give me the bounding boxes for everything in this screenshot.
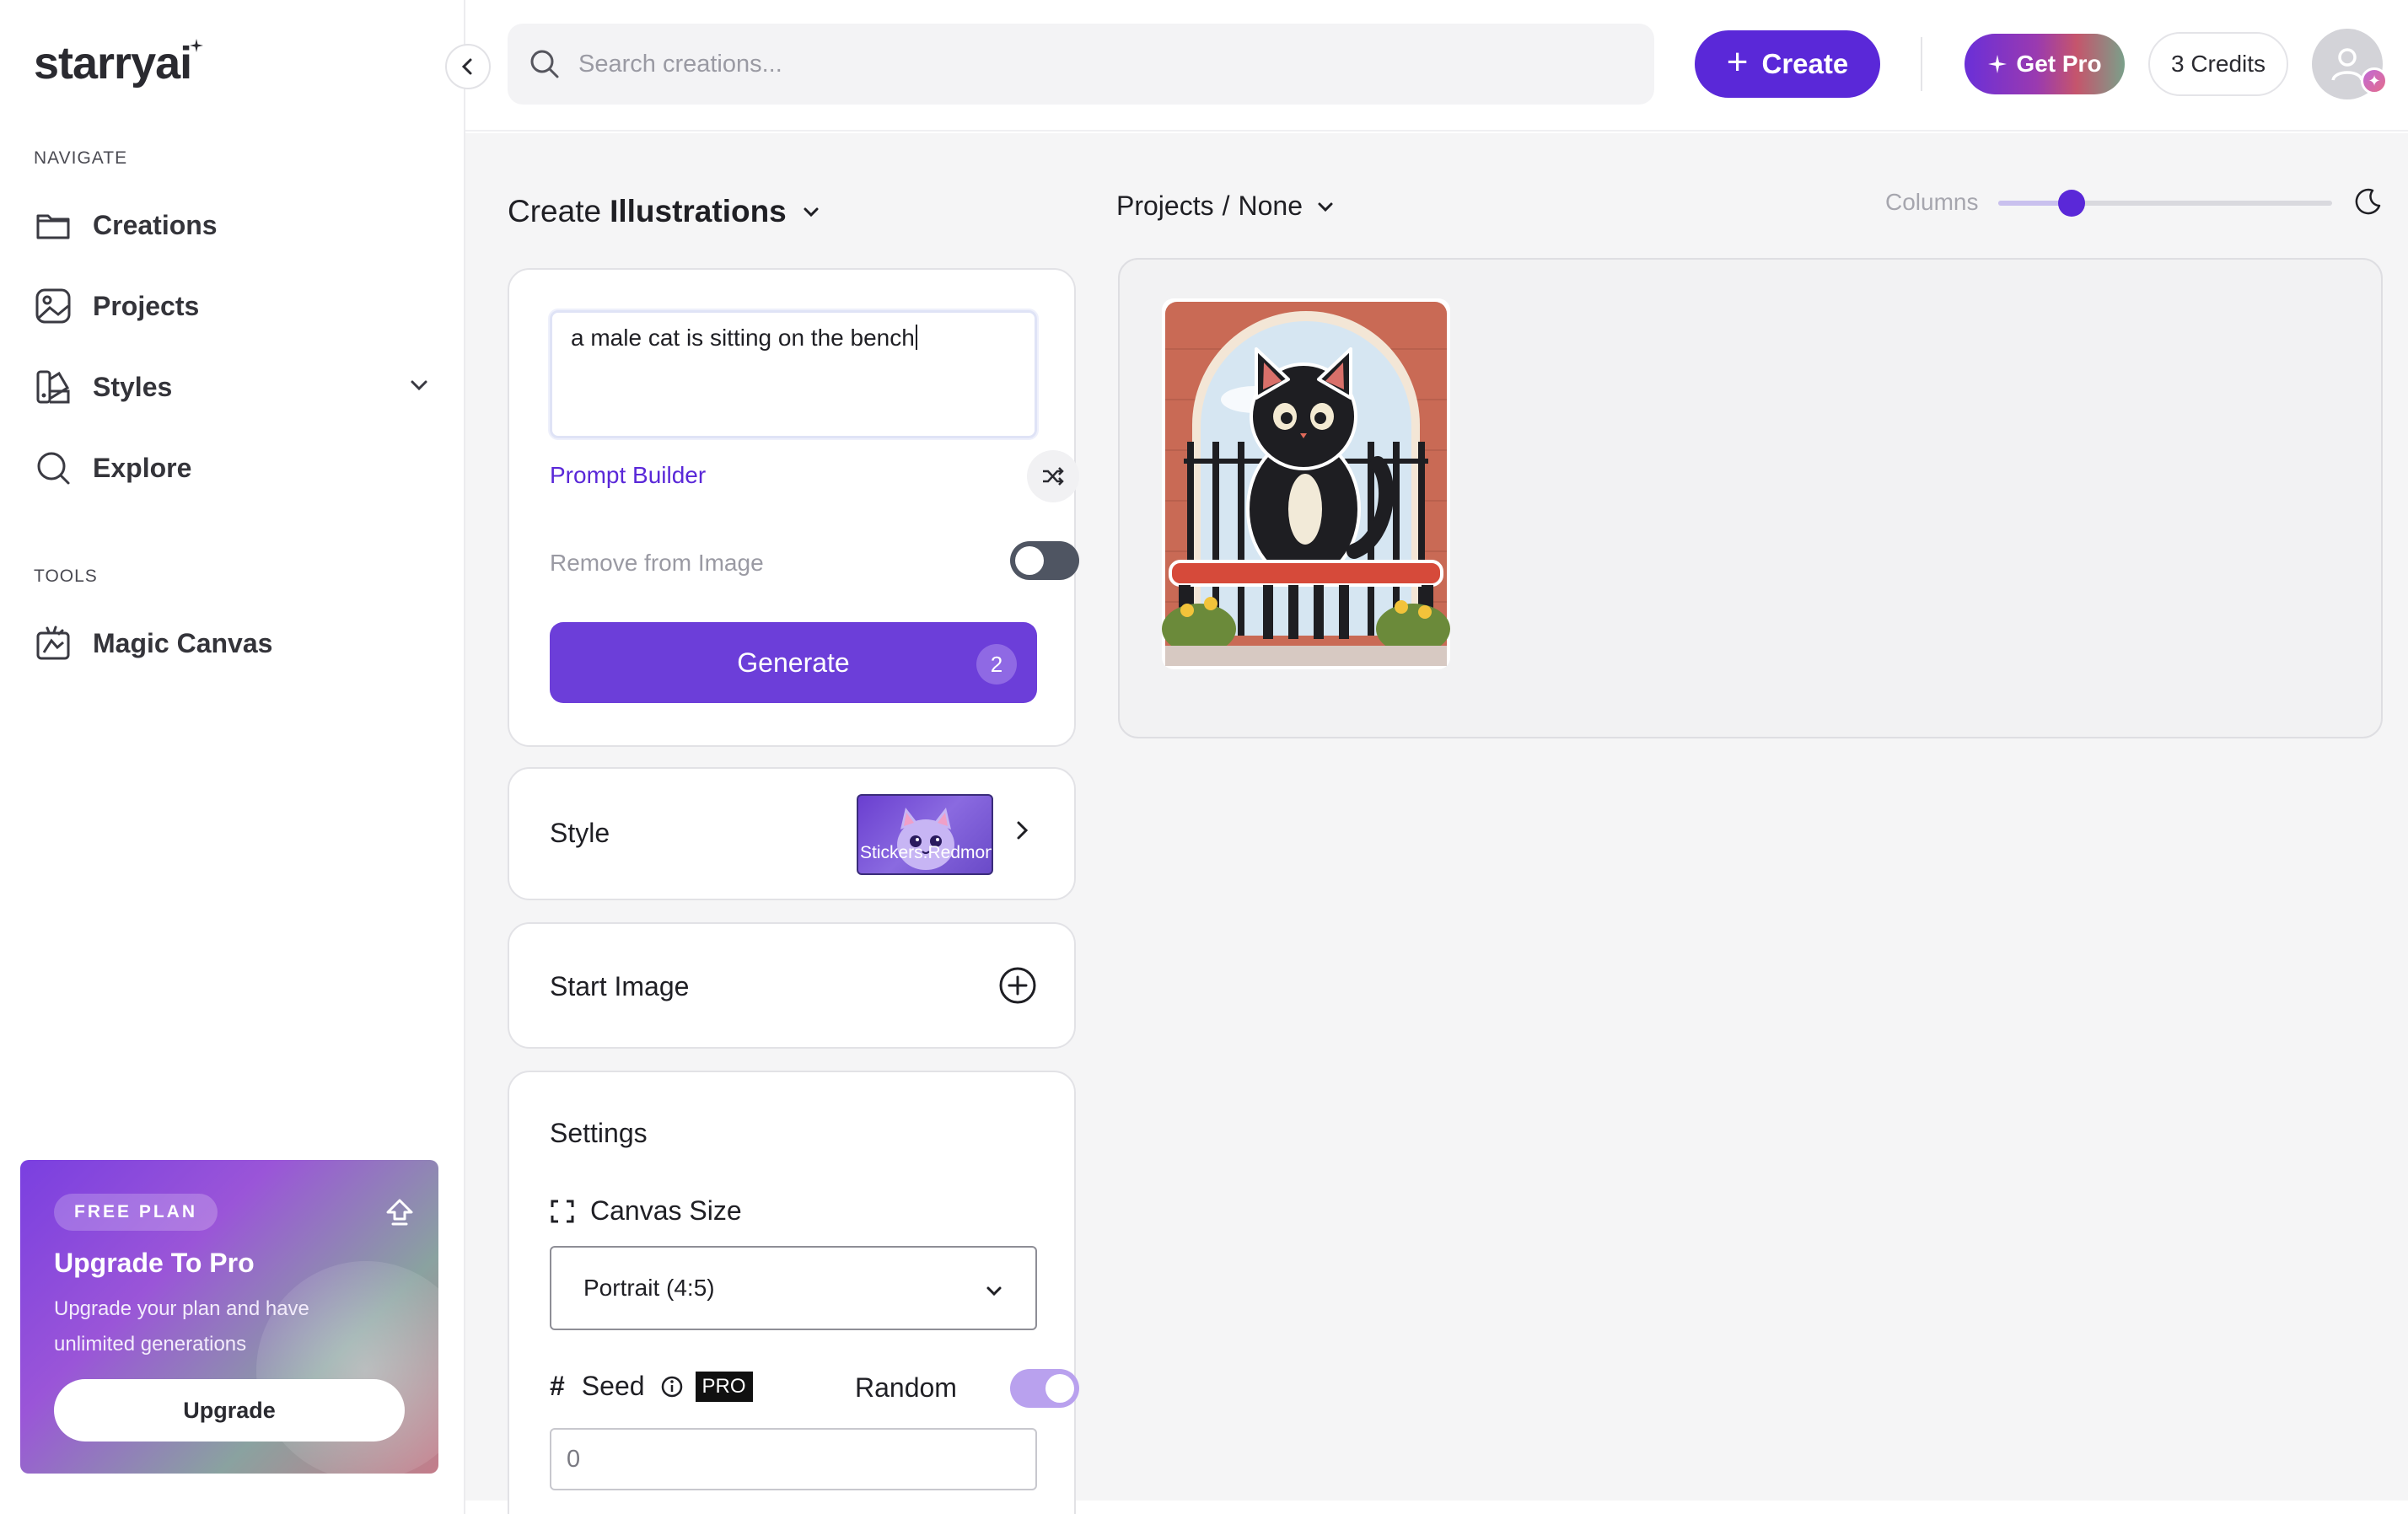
cat-on-bench-image: [1162, 302, 1450, 666]
add-circle-icon[interactable]: [998, 966, 1037, 1005]
collapse-sidebar-button[interactable]: [445, 44, 491, 89]
prompt-builder-link[interactable]: Prompt Builder: [550, 462, 706, 489]
plus-icon: +: [1726, 41, 1749, 83]
style-name: Stickers.Redmond: [860, 843, 993, 862]
sidebar-item-explore[interactable]: Explore: [34, 438, 432, 497]
canvas-size-select[interactable]: Portrait (4:5): [550, 1246, 1037, 1330]
free-plan-badge: FREE PLAN: [54, 1194, 218, 1231]
prompt-card: a male cat is sitting on the bench Promp…: [508, 268, 1079, 747]
avatar[interactable]: ✦: [2312, 29, 2388, 99]
palette-icon: [34, 368, 73, 406]
generate-label: Generate: [737, 647, 850, 678]
create-button[interactable]: + Create: [1695, 30, 1880, 98]
promo-description: Upgrade your plan and have unlimited gen…: [54, 1297, 309, 1356]
chevron-down-icon: [986, 1286, 1002, 1297]
random-label: Random: [855, 1372, 957, 1403]
sidebar-item-label: Styles: [93, 371, 173, 402]
canvas-size-label: Canvas Size: [590, 1195, 742, 1226]
search-icon: [530, 50, 559, 78]
navigate-section-label: NAVIGATE: [34, 148, 128, 168]
gallery-item[interactable]: [1162, 298, 1450, 669]
toggle-knob: [1045, 1374, 1074, 1403]
credits-button[interactable]: 3 Credits: [2148, 32, 2288, 96]
create-title-type: Illustrations: [610, 194, 787, 228]
top-bar: + Create Get Pro 3 Credits ✦: [465, 0, 2408, 132]
upgrade-promo-card: FREE PLAN Upgrade To Pro Upgrade your pl…: [20, 1160, 438, 1474]
promo-title: Upgrade To Pro: [54, 1248, 255, 1278]
get-pro-label: Get Pro: [2016, 51, 2102, 77]
chevron-down-icon: [1318, 202, 1333, 212]
settings-label: Settings: [550, 1118, 648, 1148]
get-pro-button[interactable]: Get Pro: [1965, 34, 2125, 94]
breadcrumb-root[interactable]: Projects: [1116, 191, 1214, 222]
remove-from-image-label: Remove from Image: [550, 550, 764, 576]
search-input[interactable]: [578, 50, 1590, 78]
info-icon[interactable]: [660, 1375, 684, 1399]
settings-card: Settings Canvas Size Portrait (4:5) # Se…: [508, 1071, 1079, 1514]
hash-icon: #: [550, 1371, 565, 1401]
canvas-size-value: Portrait (4:5): [583, 1275, 715, 1301]
style-label: Style: [550, 818, 610, 848]
start-image-label: Start Image: [550, 971, 690, 1001]
create-title-prefix: Create: [508, 194, 602, 228]
remove-from-image-toggle[interactable]: [1010, 541, 1079, 580]
generate-count-badge: 2: [976, 644, 1017, 685]
chevron-left-icon: [461, 58, 472, 75]
gallery-grid: [1118, 258, 2383, 738]
sidebar: starryai NAVIGATE Creations Projects Sty…: [0, 0, 465, 1514]
seed-input[interactable]: 0: [550, 1428, 1037, 1490]
sidebar-item-label: Projects: [93, 290, 200, 321]
canvas-size-row: Canvas Size: [550, 1195, 742, 1227]
magic-canvas-icon: [34, 624, 73, 663]
sidebar-item-label: Magic Canvas: [93, 627, 273, 658]
sidebar-item-styles[interactable]: Styles: [34, 357, 432, 416]
sidebar-item-label: Explore: [93, 452, 192, 483]
upgrade-arrow-icon: [386, 1199, 413, 1226]
style-card[interactable]: Style Stickers.Redmond: [508, 767, 1076, 900]
create-type-selector[interactable]: Create Illustrations: [508, 194, 822, 229]
random-toggle[interactable]: [1010, 1369, 1079, 1408]
expand-icon: [551, 1200, 574, 1222]
create-button-label: Create: [1761, 48, 1849, 79]
search-icon: [34, 448, 73, 487]
image-icon: [34, 287, 73, 325]
dark-mode-moon-icon[interactable]: [2354, 187, 2383, 216]
columns-slider[interactable]: [1998, 190, 2332, 217]
sidebar-item-label: Creations: [93, 209, 218, 240]
upgrade-button[interactable]: Upgrade: [54, 1379, 405, 1442]
sidebar-item-projects[interactable]: Projects: [34, 276, 432, 336]
toggle-knob: [1015, 546, 1044, 575]
chevron-down-icon[interactable]: [406, 373, 432, 398]
shuffle-prompt-button[interactable]: [1027, 450, 1079, 502]
chevron-right-icon: [1017, 821, 1029, 840]
tools-section-label: TOOLS: [34, 566, 98, 586]
prompt-textarea[interactable]: a male cat is sitting on the bench: [550, 310, 1037, 438]
style-thumbnail[interactable]: Stickers.Redmond: [857, 794, 993, 875]
text-caret: [915, 325, 917, 350]
breadcrumb[interactable]: Projects / None: [1116, 191, 1336, 222]
generate-button[interactable]: Generate 2: [550, 622, 1037, 703]
header-divider: [1921, 37, 1922, 91]
seed-label: Seed: [581, 1371, 645, 1401]
columns-slider-handle[interactable]: [2058, 190, 2086, 217]
start-image-card[interactable]: Start Image: [508, 922, 1076, 1049]
chevron-down-icon: [804, 207, 819, 217]
prompt-text: a male cat is sitting on the bench: [571, 325, 915, 351]
breadcrumb-current[interactable]: None: [1238, 191, 1303, 222]
logo-star-icon: [190, 39, 203, 52]
breadcrumb-separator: /: [1222, 191, 1230, 221]
seed-row: # Seed PRO: [550, 1371, 753, 1402]
sidebar-item-creations[interactable]: Creations: [34, 196, 432, 255]
pro-tag: PRO: [695, 1371, 753, 1402]
app-logo[interactable]: starryai: [34, 37, 192, 89]
main-content: Create Illustrations a male cat is sitti…: [465, 133, 2408, 1514]
columns-label: Columns: [1885, 189, 1979, 215]
sparkle-icon: [1988, 55, 2008, 73]
pro-sparkle-badge-icon: ✦: [2361, 67, 2388, 94]
folder-icon: [34, 206, 73, 244]
search-bar[interactable]: [508, 24, 1654, 105]
shuffle-icon: [1043, 467, 1064, 486]
sidebar-item-magic-canvas[interactable]: Magic Canvas: [34, 614, 432, 673]
